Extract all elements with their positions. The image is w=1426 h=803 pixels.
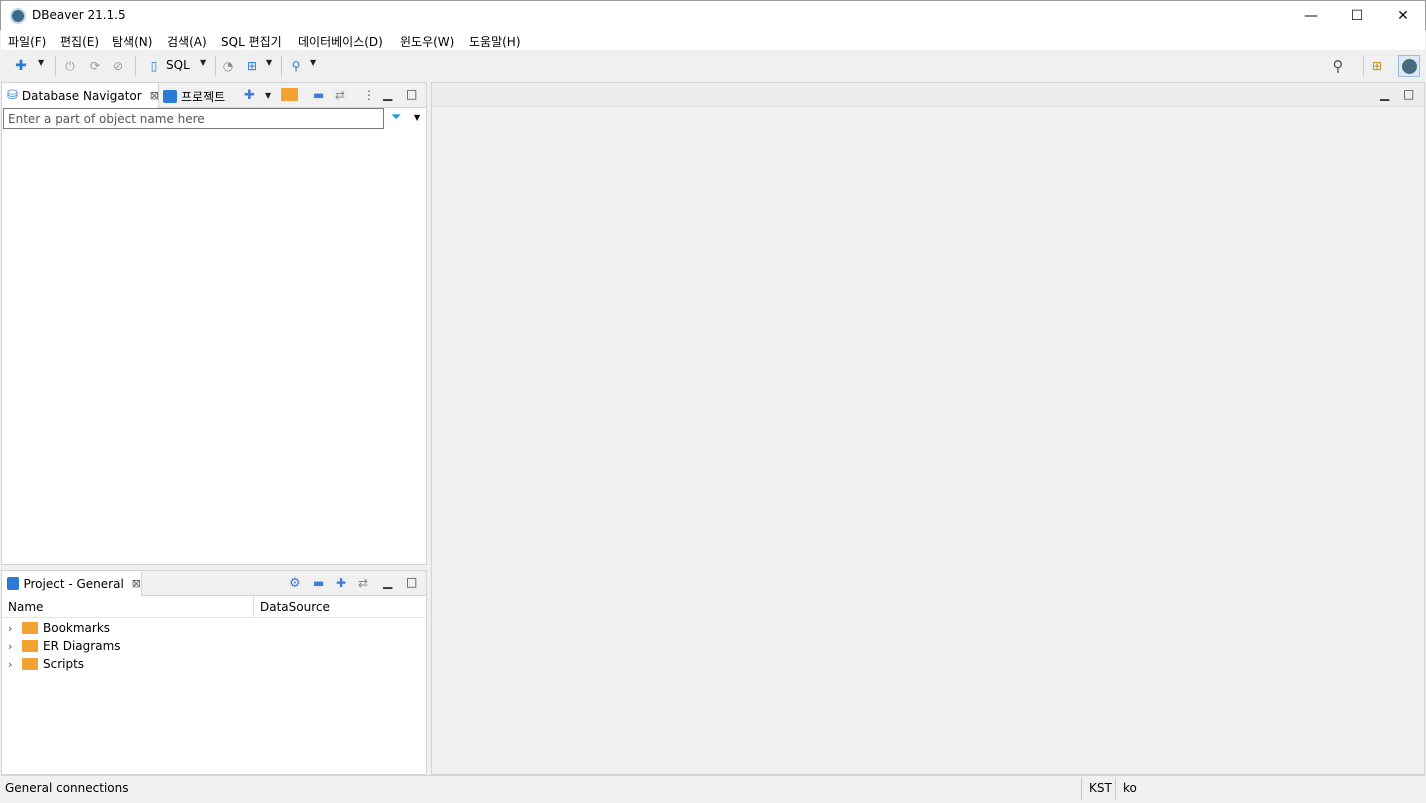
search-dropdown-icon[interactable]: ▼: [310, 58, 316, 67]
dbeaver-app-icon: [10, 8, 26, 24]
collapse-all-icon[interactable]: ▬: [313, 88, 324, 102]
schema-compare-icon[interactable]: ⊞: [244, 58, 260, 74]
dbeaver-perspective-button[interactable]: [1398, 55, 1420, 77]
chevron-right-icon[interactable]: ›: [8, 622, 18, 635]
filter-dropdown-icon[interactable]: ▼: [414, 113, 420, 122]
tree-item-bookmarks[interactable]: › Bookmarks: [8, 619, 110, 637]
toolbar-separator: [135, 56, 136, 76]
chevron-right-icon[interactable]: ›: [8, 640, 18, 653]
project-icon: [7, 577, 20, 590]
menu-file[interactable]: 파일(F): [8, 33, 46, 50]
new-connection-dropdown-icon[interactable]: ▼: [38, 58, 44, 67]
menu-edit[interactable]: 편집(E): [60, 33, 99, 50]
column-divider: [253, 596, 254, 618]
minimize-view-icon[interactable]: ▁: [383, 575, 392, 589]
project-tab-bar: Project - General ⊠ ⚙ ▬ ✚ ⇄ ▁ □: [2, 571, 426, 596]
tab-database-navigator-label: Database Navigator: [21, 88, 142, 103]
link-with-editor-icon[interactable]: ⇄: [358, 576, 368, 590]
view-menu-icon[interactable]: ⋮: [363, 88, 375, 102]
collapse-all-icon[interactable]: ▬: [313, 576, 324, 590]
minimize-button[interactable]: —: [1288, 1, 1334, 31]
main-toolbar: ✚ ▼ ⏻ ⟳ ⊘ ▯ SQL ▼ ◔ ⊞ ▼ ⚲ ▼ ⚲ ⊞: [1, 50, 1425, 81]
tree-item-label: Scripts: [43, 657, 85, 671]
status-message: General connections: [5, 781, 129, 795]
er-diagrams-folder-icon: [22, 640, 38, 652]
new-connection-icon[interactable]: ✚: [13, 58, 29, 74]
tree-item-scripts[interactable]: › Scripts: [8, 655, 84, 673]
scripts-folder-icon: [22, 658, 38, 670]
close-icon[interactable]: ⊠: [150, 89, 159, 102]
menu-bar: 파일(F) 편집(E) 탐색(N) 검색(A) SQL 편집기 데이터베이스(D…: [1, 30, 1425, 50]
status-bar: General connections KST ko: [1, 775, 1425, 802]
tab-project-general[interactable]: Project - General ⊠: [2, 571, 142, 596]
database-navigator-panel: ⛁ Database Navigator ⊠ 프로젝트 ✚ ▼ ▬ ⇄ ⋮ ▁ …: [1, 82, 427, 565]
search-icon[interactable]: ⚲: [288, 58, 304, 74]
settings-gear-icon[interactable]: ⚙: [289, 576, 301, 591]
perspective-icon[interactable]: ⊞: [1369, 58, 1385, 74]
tab-project-general-label: Project - General: [23, 576, 124, 591]
filter-icon[interactable]: ⏷: [391, 110, 401, 125]
global-search-icon[interactable]: ⚲: [1330, 57, 1346, 75]
bookmarks-folder-icon: [22, 622, 38, 634]
maximize-button[interactable]: ☐: [1334, 1, 1380, 31]
status-timezone: KST: [1089, 781, 1112, 795]
menu-help[interactable]: 도움말(H): [469, 33, 521, 50]
tab-database-navigator[interactable]: ⛁ Database Navigator ⊠: [2, 83, 159, 108]
menu-database[interactable]: 데이터베이스(D): [298, 33, 383, 50]
column-header-datasource[interactable]: DataSource: [260, 600, 330, 614]
disconnect-icon[interactable]: ⊘: [110, 58, 126, 74]
menu-navigate[interactable]: 탐색(N): [112, 33, 152, 50]
expand-all-icon[interactable]: ✚: [336, 576, 346, 590]
window-title: DBeaver 21.1.5: [32, 8, 126, 22]
title-bar: DBeaver 21.1.5 — ☐ ✕: [0, 0, 1426, 30]
tree-item-label: Bookmarks: [43, 621, 111, 635]
link-with-editor-icon[interactable]: ⇄: [335, 88, 345, 102]
project-table-header: Name DataSource: [2, 596, 426, 618]
toolbar-separator: [1363, 56, 1364, 76]
tab-projects-label: 프로젝트: [181, 90, 226, 104]
toolbar-separator: [215, 56, 216, 76]
toolbar-separator: [281, 56, 282, 76]
status-locale: ko: [1123, 781, 1137, 795]
reconnect-icon[interactable]: ⟳: [87, 58, 103, 74]
compare-dropdown-icon[interactable]: ▼: [266, 58, 272, 67]
minimize-editor-icon[interactable]: ▁: [1380, 87, 1389, 101]
new-connection-icon[interactable]: ✚: [244, 88, 255, 103]
status-divider: [1115, 778, 1116, 800]
maximize-editor-icon[interactable]: □: [1403, 87, 1414, 101]
tree-item-er-diagrams[interactable]: › ER Diagrams: [8, 637, 121, 655]
sql-button-label[interactable]: SQL: [166, 58, 190, 72]
editor-tab-bar: ▁ □: [432, 83, 1424, 107]
tab-projects[interactable]: 프로젝트: [163, 88, 225, 105]
menu-window[interactable]: 윈도우(W): [400, 33, 454, 50]
status-divider: [1081, 778, 1082, 800]
tree-item-label: ER Diagrams: [43, 639, 121, 653]
project-general-panel: Project - General ⊠ ⚙ ▬ ✚ ⇄ ▁ □ Name Dat…: [1, 570, 427, 775]
maximize-view-icon[interactable]: □: [406, 575, 417, 589]
toolbar-separator: [55, 56, 56, 76]
editor-area: ▁ □: [431, 82, 1425, 775]
dashboard-icon[interactable]: ◔: [220, 58, 236, 74]
database-icon: ⛁: [7, 88, 18, 103]
close-icon[interactable]: ⊠: [132, 577, 141, 590]
menu-sql-editor[interactable]: SQL 편집기: [221, 33, 282, 50]
navigator-search-input[interactable]: [3, 108, 384, 129]
navigator-tab-bar: ⛁ Database Navigator ⊠ 프로젝트 ✚ ▼ ▬ ⇄ ⋮ ▁ …: [2, 83, 426, 108]
dbeaver-perspective-icon: [1401, 58, 1417, 74]
close-button[interactable]: ✕: [1380, 1, 1426, 31]
projects-icon: [163, 90, 177, 103]
sql-editor-icon[interactable]: ▯: [146, 58, 162, 74]
connect-icon[interactable]: ⏻: [62, 58, 78, 74]
maximize-view-icon[interactable]: □: [406, 87, 417, 101]
menu-search[interactable]: 검색(A): [167, 33, 207, 50]
column-header-name[interactable]: Name: [8, 600, 43, 614]
chevron-right-icon[interactable]: ›: [8, 658, 18, 671]
minimize-view-icon[interactable]: ▁: [383, 87, 392, 101]
sql-dropdown-icon[interactable]: ▼: [200, 58, 206, 67]
dropdown-icon[interactable]: ▼: [265, 91, 271, 100]
new-folder-icon[interactable]: [281, 88, 298, 101]
